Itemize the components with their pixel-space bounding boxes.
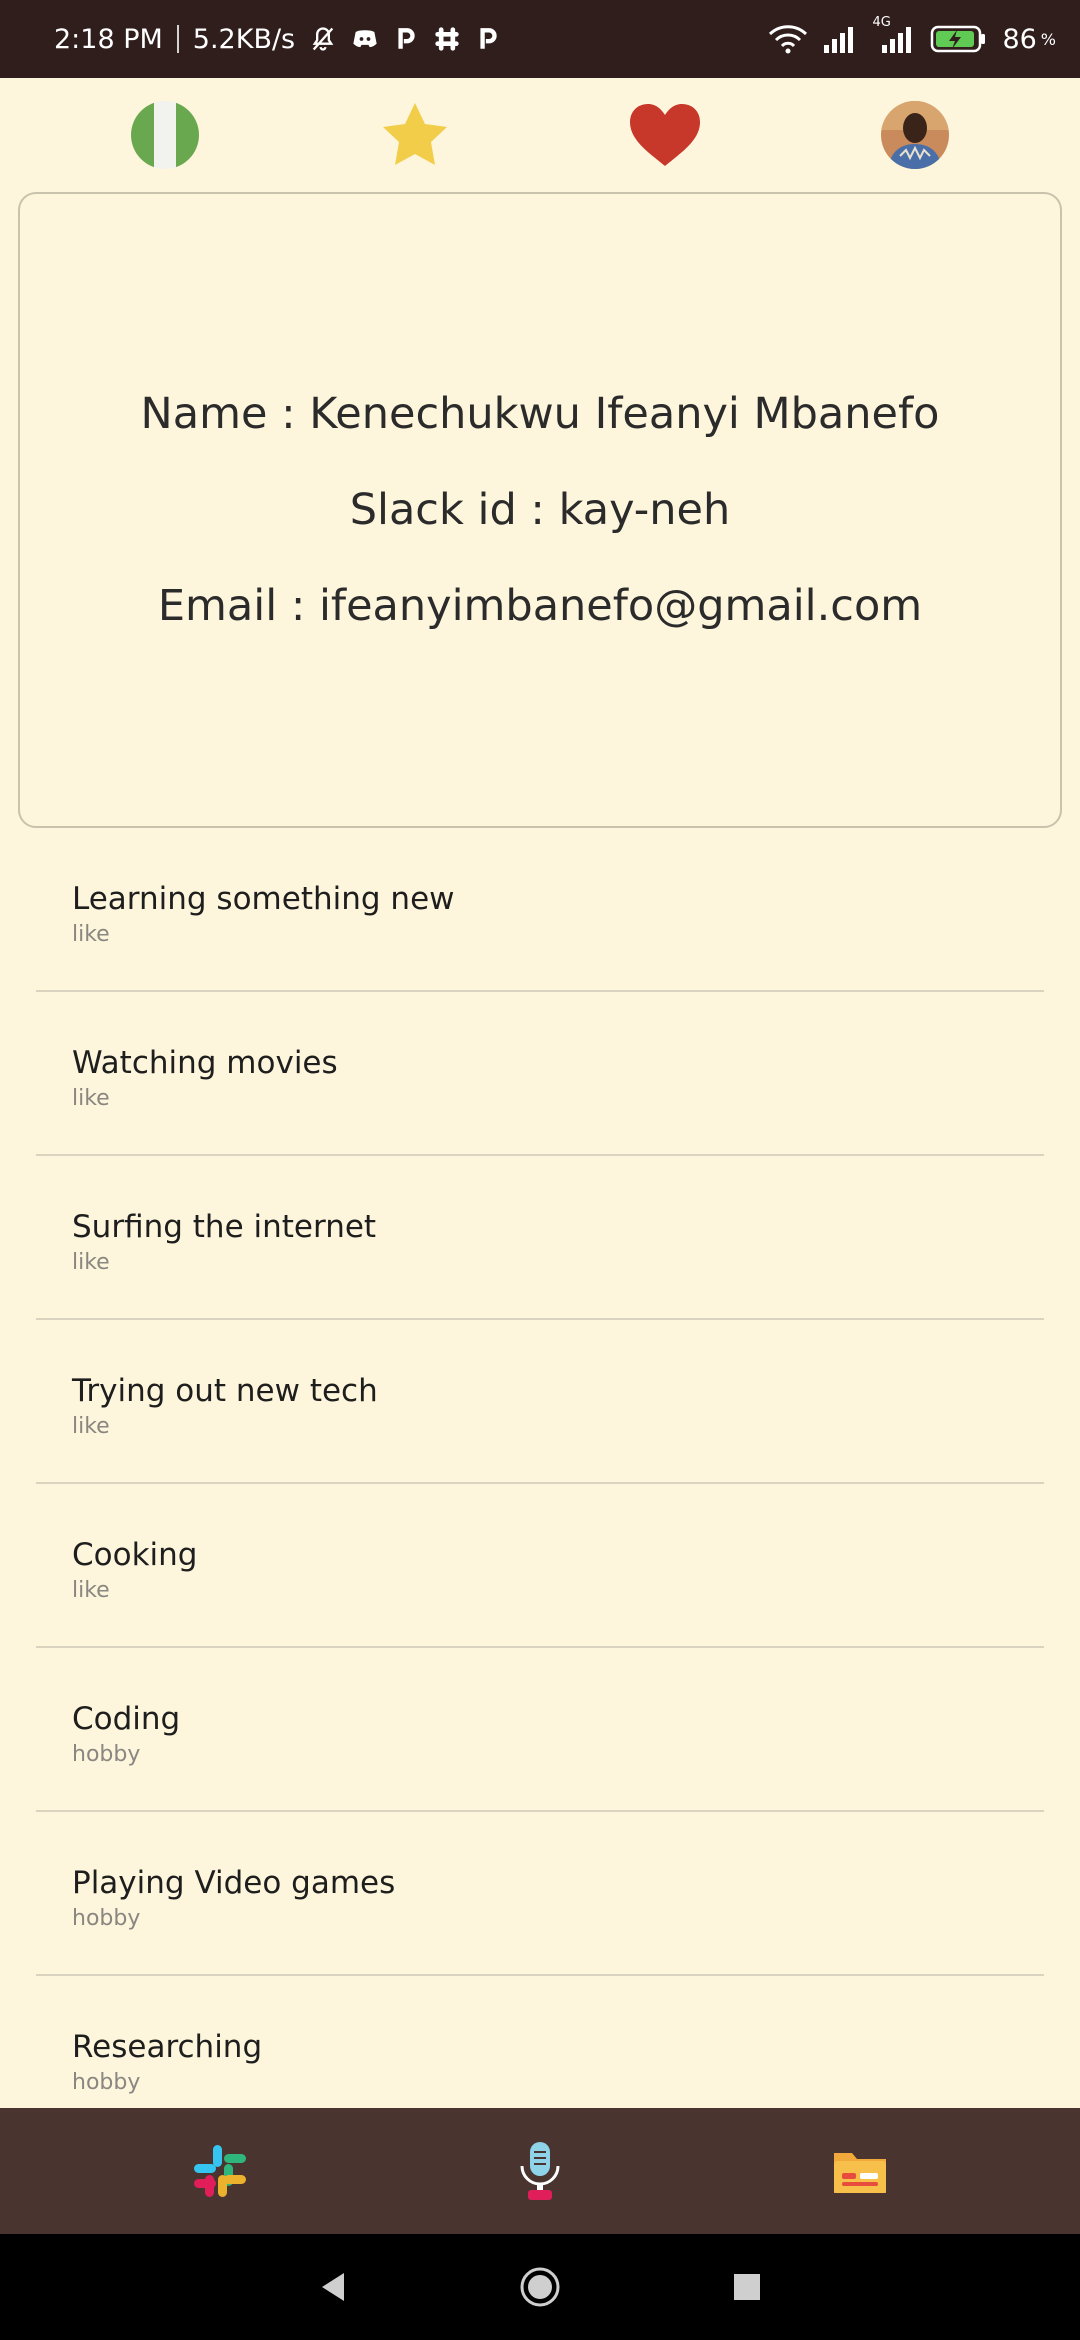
list-item[interactable]: Cooking like xyxy=(36,1484,1044,1648)
home-icon[interactable] xyxy=(510,2257,570,2317)
profile-name: Name : Kenechukwu Ifeanyi Mbanefo xyxy=(140,389,940,439)
status-speed: 5.2KB/s xyxy=(192,23,296,55)
avatar[interactable] xyxy=(870,90,960,180)
list-item-type: like xyxy=(72,1250,110,1275)
profile-slack-id: Slack id : kay-neh xyxy=(349,485,731,535)
list-item-title: Learning something new xyxy=(72,881,455,917)
list-item-title: Watching movies xyxy=(72,1045,338,1081)
signal-icon xyxy=(822,25,858,53)
back-icon[interactable] xyxy=(303,2257,363,2317)
list-item[interactable]: Learning something new like xyxy=(36,828,1044,992)
status-divider xyxy=(176,25,179,53)
list-item[interactable]: Watching movies like xyxy=(36,992,1044,1156)
battery-percent: 86 xyxy=(1002,23,1037,55)
system-nav-bar xyxy=(0,2234,1080,2340)
list-item[interactable]: Surfing the internet like xyxy=(36,1156,1044,1320)
recents-icon[interactable] xyxy=(717,2257,777,2317)
microphone-icon[interactable] xyxy=(495,2126,585,2216)
profile-card: Name : Kenechukwu Ifeanyi Mbanefo Slack … xyxy=(18,192,1062,828)
list-item-type: like xyxy=(72,1578,110,1603)
heart-icon[interactable] xyxy=(620,90,710,180)
list-item-type: like xyxy=(72,1086,110,1111)
p-app-icon xyxy=(393,25,419,53)
list-item[interactable]: Coding hobby xyxy=(36,1648,1044,1812)
status-time: 2:18 PM xyxy=(54,23,163,55)
discord-icon xyxy=(351,25,379,53)
network-type-label: 4G xyxy=(872,15,891,30)
list-item-title: Trying out new tech xyxy=(72,1373,378,1409)
status-bar: 2:18 PM 5.2KB/s 4G 86 % xyxy=(0,0,1080,78)
mute-icon xyxy=(309,25,337,53)
list-item-title: Surfing the internet xyxy=(72,1209,377,1245)
profile-email: Email : ifeanyimbanefo@gmail.com xyxy=(157,581,923,631)
top-icon-row xyxy=(0,78,1080,192)
nigeria-flag-icon[interactable] xyxy=(120,90,210,180)
list-item[interactable]: Playing Video games hobby xyxy=(36,1812,1044,1976)
list-item-title: Researching xyxy=(72,2029,263,2065)
list-item-type: hobby xyxy=(72,1906,141,1931)
app-screen: 2:18 PM 5.2KB/s 4G 86 % Name: Kenechukw… xyxy=(0,0,1080,2340)
folder-icon[interactable] xyxy=(815,2126,905,2216)
p-app-icon xyxy=(475,25,501,53)
list-item-title: Cooking xyxy=(72,1537,198,1573)
star-icon[interactable] xyxy=(370,90,460,180)
list-item-type: hobby xyxy=(72,2070,141,2095)
list-item-type: like xyxy=(72,922,110,947)
signal-4g-icon: 4G xyxy=(872,15,916,53)
wifi-icon xyxy=(768,24,808,54)
bottom-nav xyxy=(0,2108,1080,2234)
list-item-type: like xyxy=(72,1414,110,1439)
list-item-title: Playing Video games xyxy=(72,1865,396,1901)
battery-unit: % xyxy=(1040,29,1056,49)
interests-list: Learning something new like Watching mov… xyxy=(36,828,1044,2140)
list-item-type: hobby xyxy=(72,1742,141,1767)
slack-icon[interactable] xyxy=(175,2126,265,2216)
list-item-title: Coding xyxy=(72,1701,181,1737)
list-item[interactable]: Trying out new tech like xyxy=(36,1320,1044,1484)
battery-charging-icon xyxy=(930,24,988,54)
slack-icon xyxy=(433,25,461,53)
